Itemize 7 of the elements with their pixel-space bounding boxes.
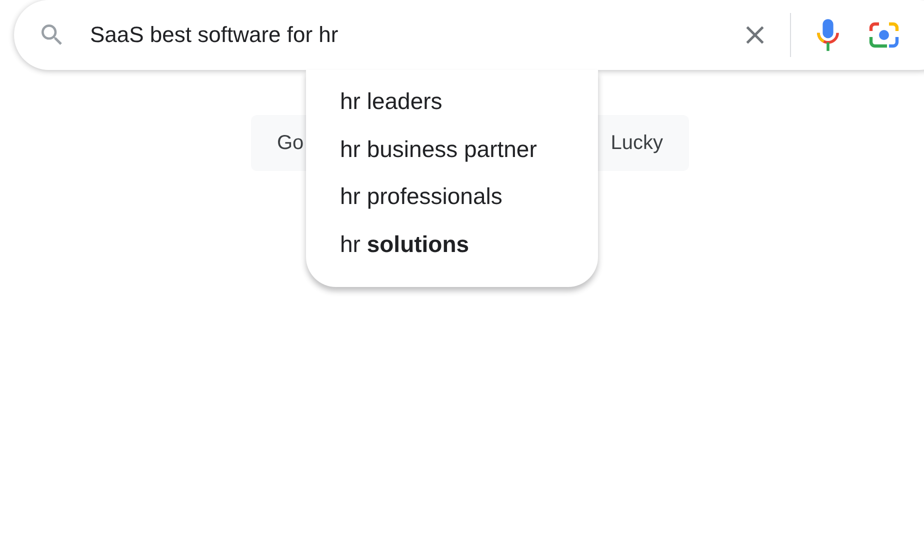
microphone-icon bbox=[815, 18, 841, 52]
search-field[interactable]: SaaS best software for hr bbox=[90, 22, 690, 48]
suggestion-item[interactable]: hr solutions bbox=[306, 220, 598, 268]
suggestion-item[interactable]: hr business partner bbox=[306, 126, 598, 173]
suggestion-item[interactable]: hr leaders bbox=[306, 78, 598, 126]
suggestion-item[interactable]: hr professionals bbox=[306, 173, 598, 220]
voice-search-button[interactable] bbox=[815, 18, 841, 52]
